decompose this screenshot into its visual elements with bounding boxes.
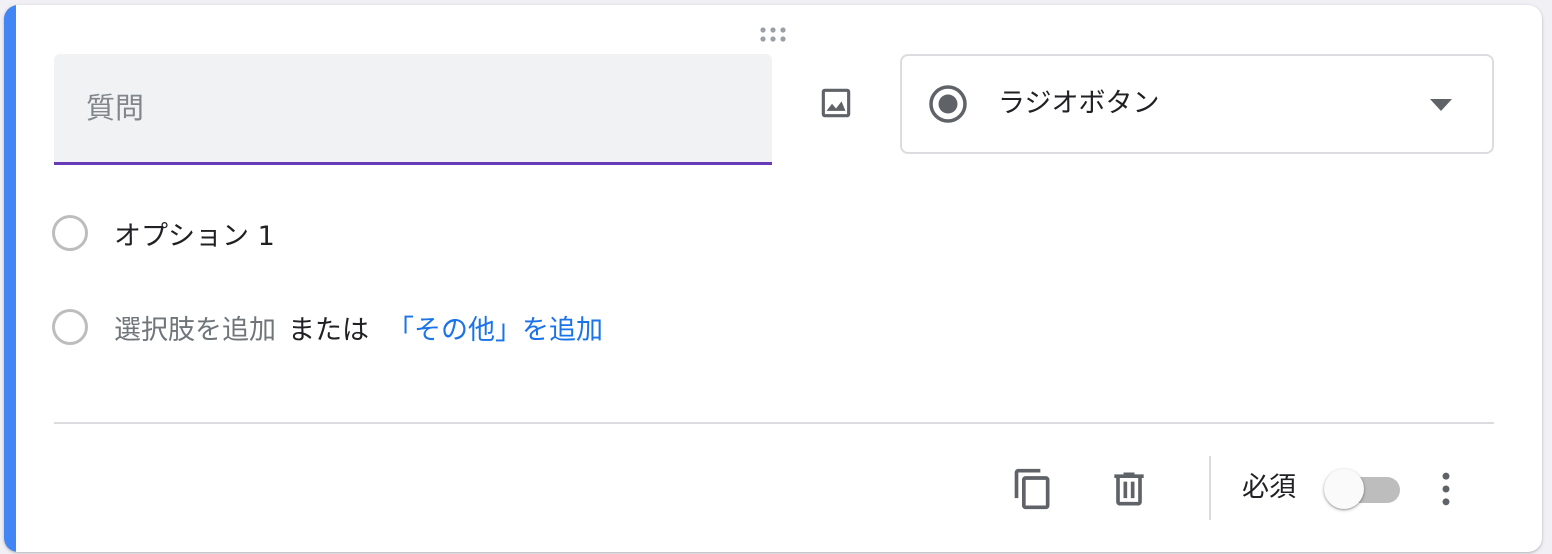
required-label: 必須 [1242, 472, 1296, 503]
more-options-button[interactable] [1422, 465, 1470, 513]
question-type-dropdown[interactable]: ラジオボタン [900, 54, 1494, 154]
add-option-radio-icon [52, 309, 88, 345]
duplicate-button[interactable] [1009, 465, 1057, 513]
radio-button-checked-icon [929, 85, 967, 123]
option-label[interactable]: オプション 1 [114, 214, 275, 253]
add-option-row: 選択肢を追加 または 「その他」を追加 [52, 305, 603, 349]
delete-button[interactable] [1105, 465, 1153, 513]
toggle-thumb [1324, 469, 1364, 509]
chevron-down-icon [1430, 99, 1452, 111]
footer-vertical-divider [1209, 456, 1211, 520]
or-text: または [288, 314, 369, 346]
more-vert-icon [1442, 472, 1450, 506]
question-type-label: ラジオボタン [998, 88, 1160, 119]
add-other-link[interactable]: 「その他」を追加 [387, 308, 603, 347]
question-input[interactable] [86, 84, 736, 132]
required-toggle[interactable] [1322, 467, 1404, 511]
active-card-indicator [4, 5, 16, 552]
drag-handle-icon[interactable] [760, 26, 790, 44]
image-icon [821, 88, 851, 118]
footer-divider [54, 422, 1494, 424]
trash-icon [1114, 472, 1144, 506]
add-image-button[interactable] [814, 81, 858, 125]
option-row[interactable]: オプション 1 [52, 211, 275, 255]
option-radio-icon [52, 215, 88, 251]
content-copy-icon [1014, 468, 1050, 510]
add-option-button[interactable]: 選択肢を追加 [114, 308, 276, 347]
question-card[interactable]: ラジオボタン オプション 1 選択肢を追加 または 「その他」を追加 必須 [4, 5, 1542, 552]
question-field[interactable] [54, 54, 772, 165]
